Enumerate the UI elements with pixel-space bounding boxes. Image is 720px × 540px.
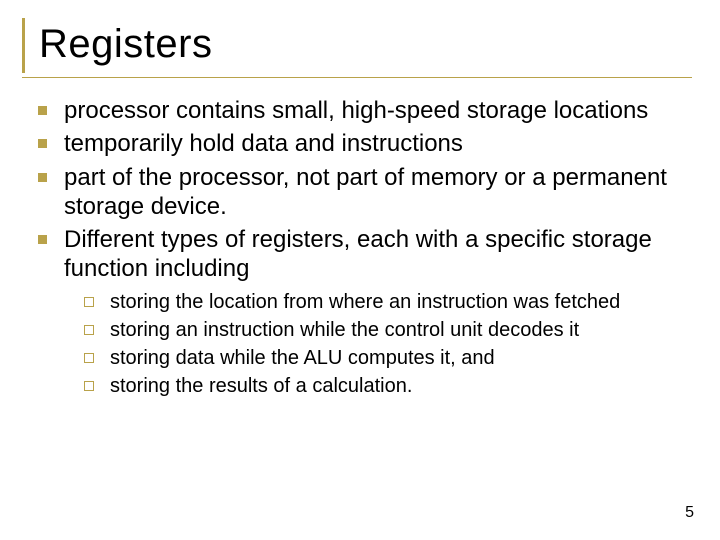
- bullet-item: temporarily hold data and instructions: [34, 129, 692, 158]
- sub-bullet-list: storing the location from where an instr…: [22, 290, 692, 399]
- sub-bullet-text: storing data while the ALU computes it, …: [110, 347, 495, 369]
- sub-bullet-item: storing the results of a calculation.: [80, 374, 692, 399]
- bullet-item: processor contains small, high-speed sto…: [34, 96, 692, 125]
- sub-bullet-text: storing the results of a calculation.: [110, 375, 412, 397]
- bullet-text: Different types of registers, each with …: [64, 226, 652, 282]
- sub-bullet-item: storing an instruction while the control…: [80, 318, 692, 343]
- slide: Registers processor contains small, high…: [0, 0, 720, 540]
- bullet-text: part of the processor, not part of memor…: [64, 164, 667, 220]
- sub-bullet-text: storing an instruction while the control…: [110, 319, 579, 341]
- main-bullet-list: processor contains small, high-speed sto…: [22, 96, 692, 284]
- bullet-item: Different types of registers, each with …: [34, 225, 692, 284]
- sub-bullet-item: storing the location from where an instr…: [80, 290, 692, 315]
- page-number: 5: [685, 504, 694, 522]
- bullet-item: part of the processor, not part of memor…: [34, 163, 692, 222]
- title-wrap: Registers: [22, 18, 692, 73]
- bullet-text: temporarily hold data and instructions: [64, 130, 463, 157]
- sub-bullet-item: storing data while the ALU computes it, …: [80, 346, 692, 371]
- sub-bullet-text: storing the location from where an instr…: [110, 291, 620, 313]
- slide-title: Registers: [39, 22, 692, 67]
- bullet-text: processor contains small, high-speed sto…: [64, 97, 648, 124]
- title-rule: [22, 77, 692, 78]
